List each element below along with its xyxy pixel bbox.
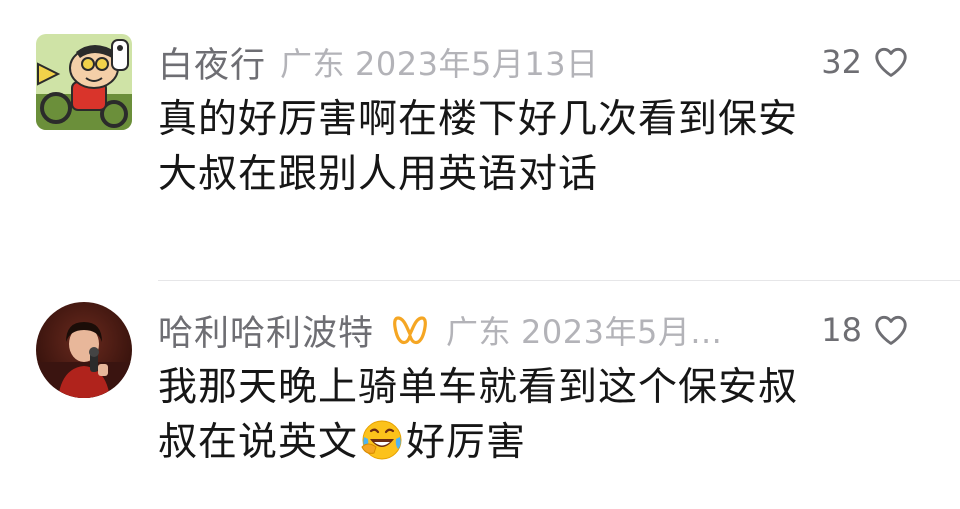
photo-avatar-icon: [36, 302, 132, 398]
comment-header: 白夜行 广东 2023年5月13日: [158, 38, 599, 86]
comment-date: 2023年5月...: [521, 313, 723, 351]
laughing-crying-emoji-icon: [361, 420, 402, 460]
comment-text-segment: 好厉害: [406, 420, 527, 465]
comment-text-segment: 叔在说英文: [158, 420, 359, 465]
comment-meta: 广东 2023年5月...: [446, 307, 722, 353]
location: 广东: [280, 45, 346, 83]
cartoon-avatar-icon: [36, 34, 132, 130]
comment-text: 真的好厉害啊在楼下好几次看到保安 大叔在跟别人用英语对话: [158, 92, 878, 202]
comment-item: 白夜行 广东 2023年5月13日 32 真的好厉害啊在楼下好几次看到保安 大叔在…: [0, 30, 960, 281]
like-count: 32: [821, 43, 862, 81]
comment-text: 我那天晚上骑单车就看到这个保安叔 叔在说英文 好厉害: [158, 360, 878, 470]
comment-text-line: 真的好厉害啊在楼下好几次看到保安: [158, 97, 799, 142]
heart-icon[interactable]: [872, 311, 910, 349]
like-button[interactable]: 32: [821, 38, 910, 86]
orange-bow-badge-icon: [393, 316, 427, 345]
username[interactable]: 白夜行: [158, 37, 266, 88]
comment-text-line: 我那天晚上骑单车就看到这个保安叔: [158, 365, 799, 410]
like-button[interactable]: 18: [821, 306, 910, 354]
comment-text-line: 大叔在跟别人用英语对话: [158, 152, 599, 197]
username[interactable]: 哈利哈利波特: [158, 305, 374, 356]
user-avatar[interactable]: [36, 34, 132, 130]
comment-meta: 广东 2023年5月13日: [280, 39, 599, 85]
comment-divider: [158, 280, 960, 281]
comment-item: 哈利哈利波特 广东 2023年5月... 18 我那天晚上骑单车就看到这个保安叔 …: [0, 298, 960, 498]
heart-icon[interactable]: [872, 43, 910, 81]
comment-text-line: 叔在说英文 好厉害: [158, 415, 878, 470]
location: 广东: [446, 313, 512, 351]
like-count: 18: [821, 311, 862, 349]
user-avatar[interactable]: [36, 302, 132, 398]
comment-date: 2023年5月13日: [355, 45, 599, 83]
comment-header: 哈利哈利波特 广东 2023年5月...: [158, 306, 722, 354]
